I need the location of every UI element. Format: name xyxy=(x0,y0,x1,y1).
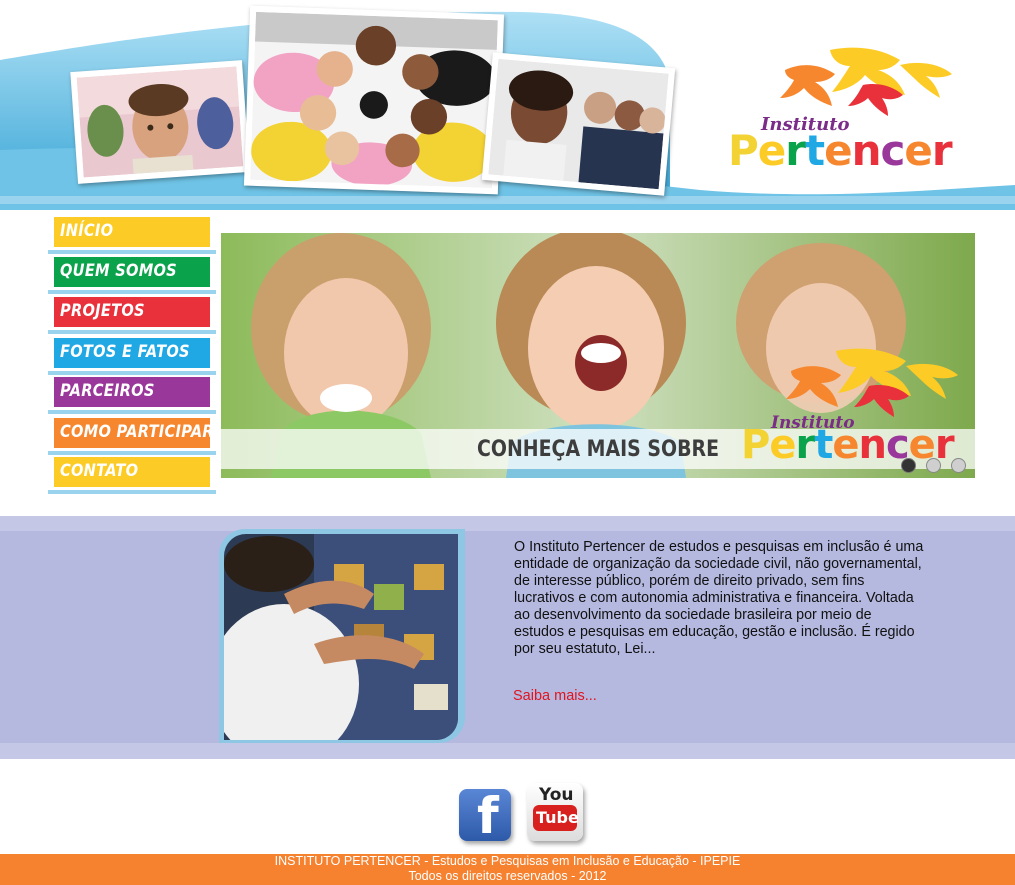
nav-divider xyxy=(48,451,216,455)
banner-swallows-icon xyxy=(786,348,958,417)
nav-item-label: INÍCIO xyxy=(60,221,114,241)
logo-line-2: Pertencer xyxy=(728,126,953,175)
youtube-tube: Tube xyxy=(536,808,579,827)
swallows-logo-icon xyxy=(780,47,952,116)
nav-divider xyxy=(48,490,216,494)
banner-slideshow[interactable]: CONHEÇA MAIS SOBRE Instituto Pertencer xyxy=(221,233,975,478)
nav-divider xyxy=(48,330,216,334)
about-band-bottom xyxy=(0,743,1015,759)
nav-item-label: COMO PARTICIPAR xyxy=(60,422,214,442)
nav-divider xyxy=(48,250,216,254)
nav-item-fotos-e-fatos[interactable]: FOTOS E FATOS xyxy=(48,338,216,378)
site-footer: INSTITUTO PERTENCER - Estudos e Pesquisa… xyxy=(0,854,1015,885)
facebook-letter: f xyxy=(477,787,499,845)
slide-dot-3[interactable] xyxy=(951,458,966,473)
header-photo-adults xyxy=(481,52,676,196)
footer-line-2: Todos os direitos reservados - 2012 xyxy=(408,869,607,883)
footer-line-1: INSTITUTO PERTENCER - Estudos e Pesquisa… xyxy=(274,854,741,868)
nav-item-label: QUEM SOMOS xyxy=(60,261,177,281)
slide-dot-2[interactable] xyxy=(926,458,941,473)
nav-divider xyxy=(48,371,216,375)
about-band-top xyxy=(0,516,1015,531)
nav-item-projetos[interactable]: PROJETOS xyxy=(48,297,216,337)
banner-caption: CONHEÇA MAIS SOBRE xyxy=(477,437,720,462)
nav-item-parceiros[interactable]: PARCEIROS xyxy=(48,377,216,417)
nav-item-label: FOTOS E FATOS xyxy=(60,342,190,362)
nav-item-label: PROJETOS xyxy=(60,301,145,321)
nav-item-como-participar[interactable]: COMO PARTICIPAR xyxy=(48,418,216,458)
youtube-you: You xyxy=(539,785,574,805)
header-photo-kids-circle xyxy=(243,5,505,195)
nav-item-contato[interactable]: CONTATO xyxy=(48,457,216,497)
nav-item-inicio[interactable]: INÍCIO xyxy=(48,217,216,257)
youtube-icon[interactable]: You Tube xyxy=(527,783,583,841)
facebook-icon[interactable]: f xyxy=(459,787,511,845)
read-more-link[interactable]: Saiba mais... xyxy=(513,688,597,704)
nav-divider xyxy=(48,290,216,294)
about-photo xyxy=(224,534,458,740)
nav-divider xyxy=(48,410,216,414)
site-header: Instituto Pertencer xyxy=(0,0,1015,210)
slide-dot-1[interactable] xyxy=(901,458,916,473)
header-photo-child-hands xyxy=(70,60,250,184)
banner-logo-line-2: Pertencer xyxy=(741,422,955,468)
nav-item-label: PARCEIROS xyxy=(60,381,155,401)
nav-item-quem-somos[interactable]: QUEM SOMOS xyxy=(48,257,216,297)
about-photo-frame xyxy=(219,529,465,743)
about-description: O Instituto Pertencer de estudos e pesqu… xyxy=(514,539,924,657)
nav-item-label: CONTATO xyxy=(60,461,139,481)
